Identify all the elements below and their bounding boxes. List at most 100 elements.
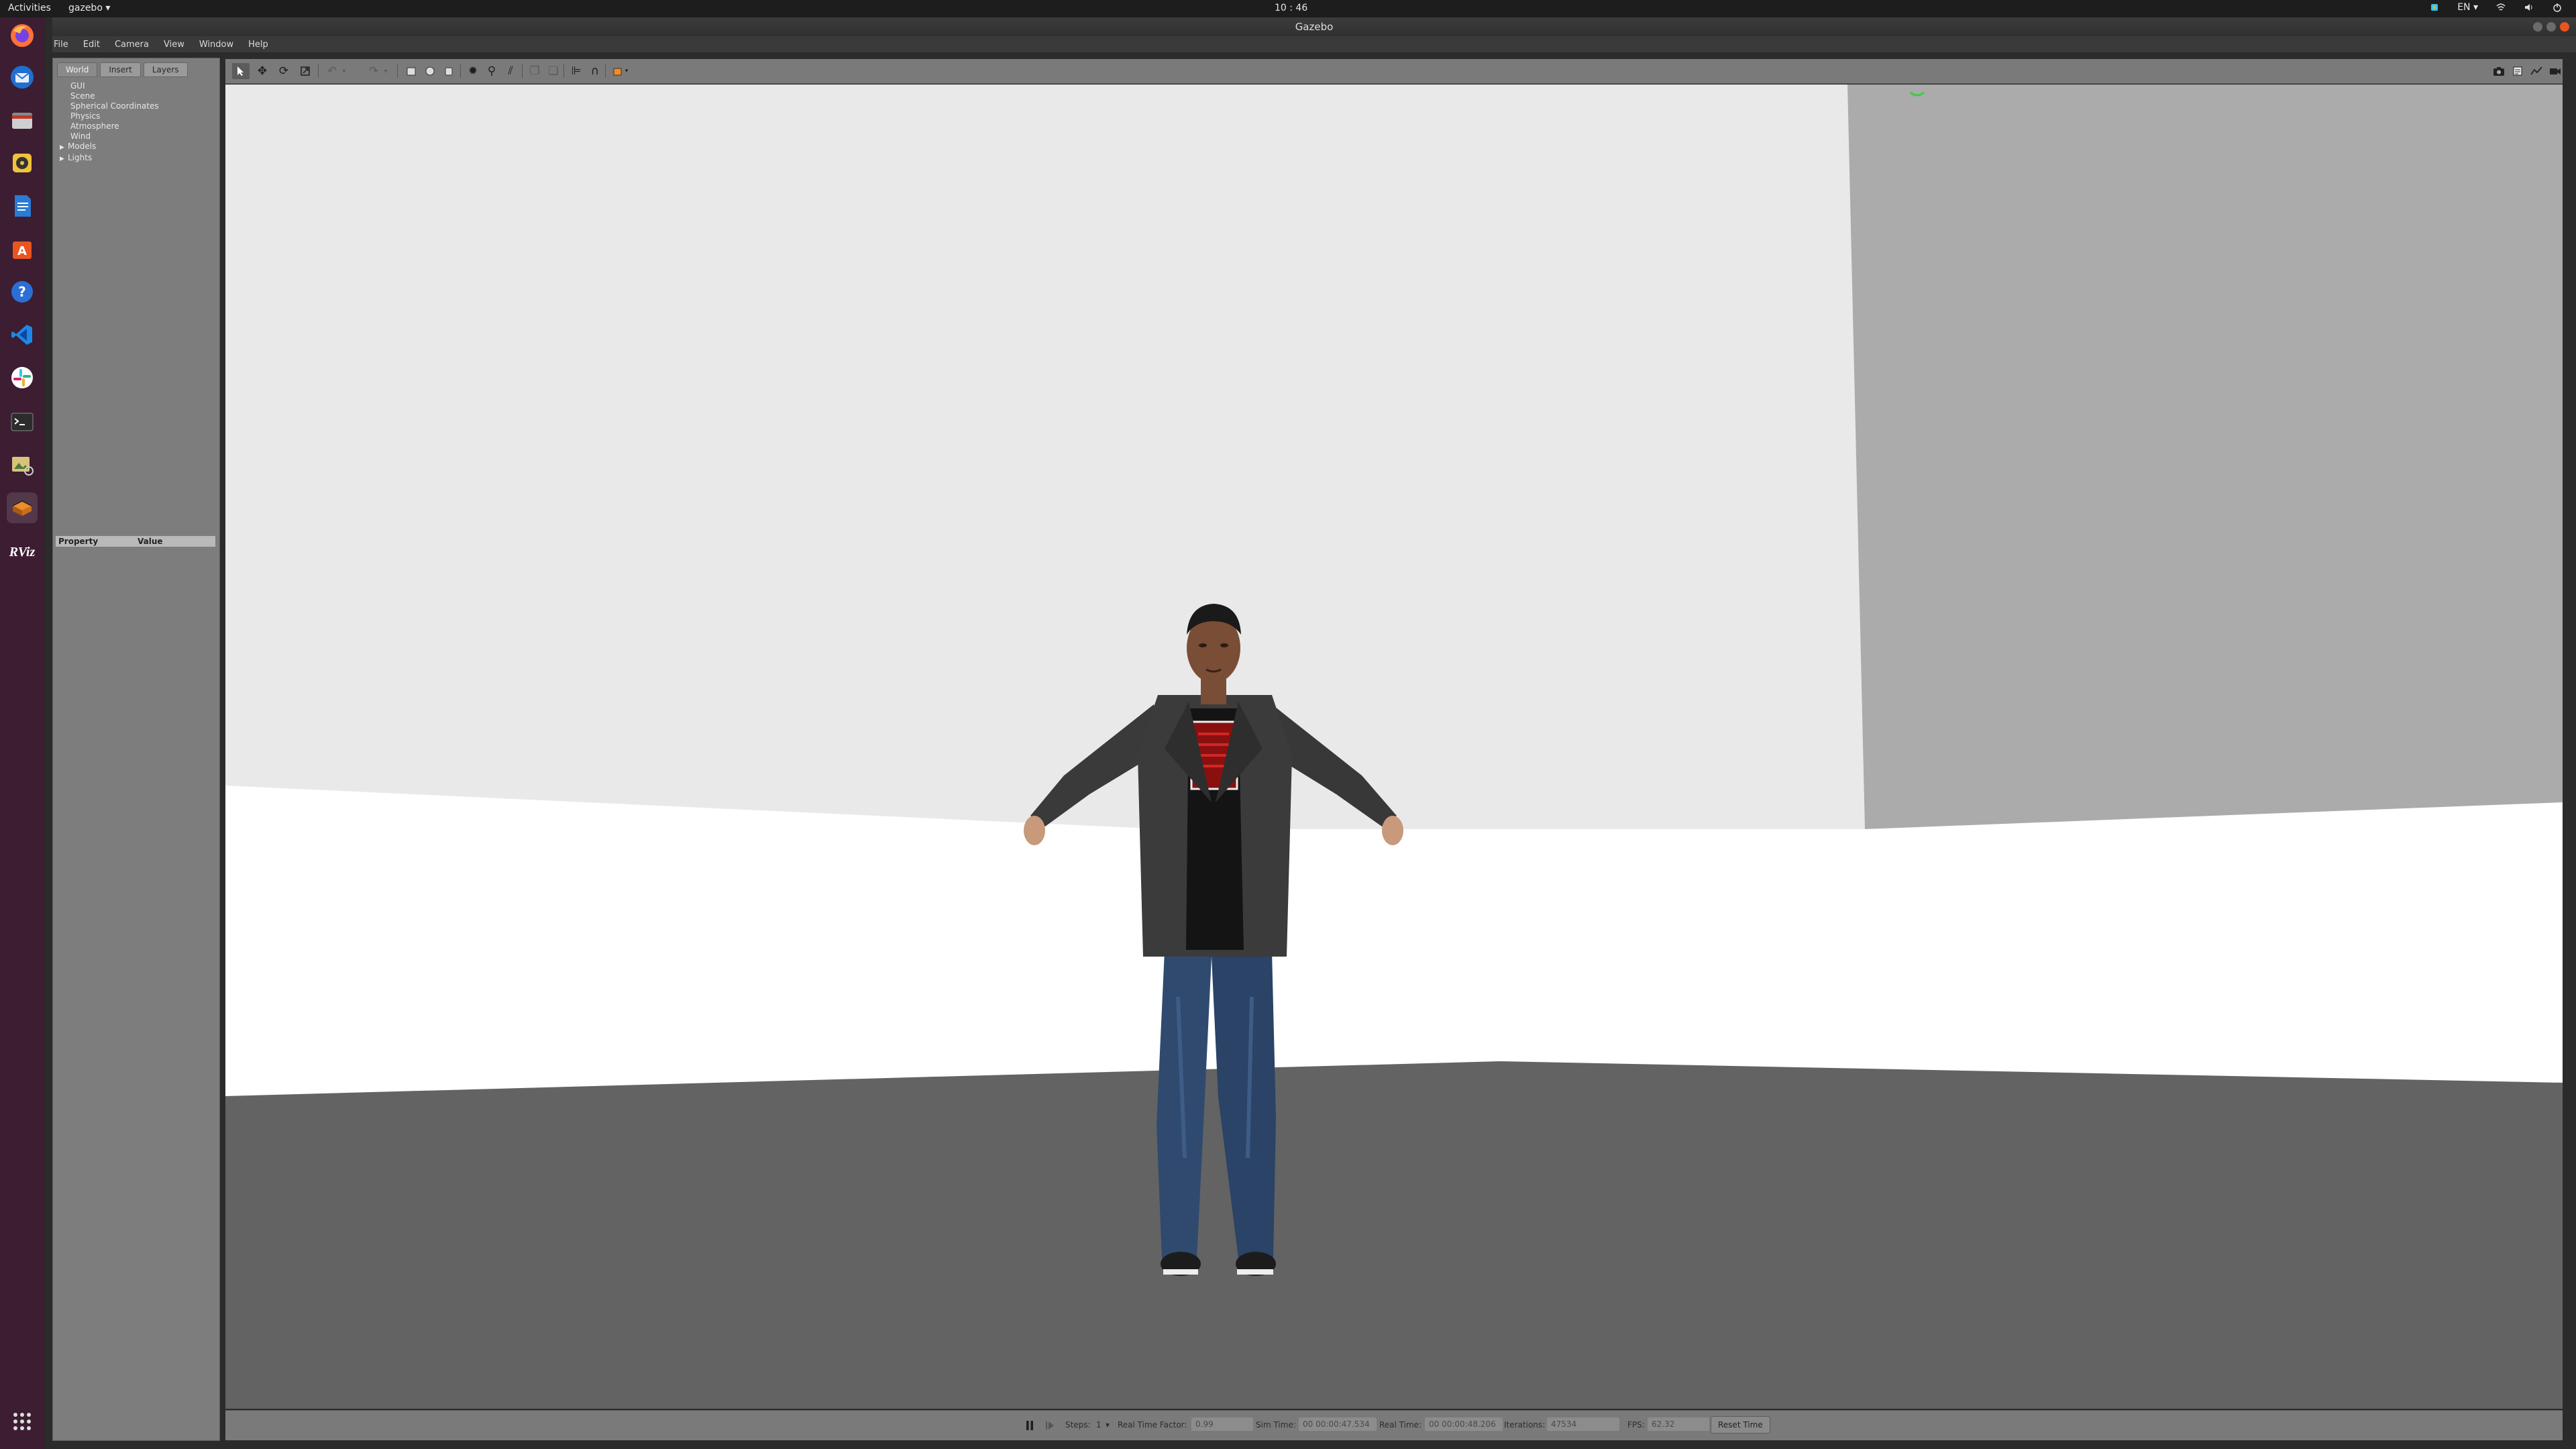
tree-item-lights[interactable]: ▶ Lights [60, 153, 159, 164]
power-icon[interactable] [2552, 2, 2563, 13]
ubuntu-dock: A ? RViz [0, 17, 44, 1449]
svg-text:A: A [17, 244, 27, 258]
tree-item-scene[interactable]: Scene [60, 91, 159, 101]
menu-window[interactable]: Window [198, 40, 235, 50]
property-column-header: Property [58, 537, 99, 546]
slack-tray-icon[interactable] [2429, 2, 2440, 13]
left-panel: World Insert Layers GUI Scene Spherical … [52, 58, 220, 1441]
log-icon[interactable] [2509, 63, 2526, 79]
scene-render[interactable] [225, 85, 2563, 1409]
steps-dropdown-icon[interactable]: ▾ [1106, 1420, 1110, 1430]
show-applications-icon[interactable] [7, 1406, 38, 1437]
slack-icon[interactable] [7, 362, 38, 393]
minimize-button[interactable] [2533, 22, 2542, 32]
clock[interactable]: 10 : 46 [1275, 3, 1307, 13]
rotate-mode-icon[interactable]: ⟳ [275, 63, 292, 79]
vscode-icon[interactable] [7, 319, 38, 350]
firefox-icon[interactable] [7, 20, 38, 51]
menu-bar: File Edit Camera View Window Help [52, 36, 2576, 52]
terminal-icon[interactable] [7, 407, 38, 437]
menu-help[interactable]: Help [247, 40, 270, 50]
point-light-icon[interactable]: ✹ [464, 63, 482, 79]
tree-item-wind[interactable]: Wind [60, 131, 159, 142]
sim-time-value: 00 00:00:47.534 [1299, 1417, 1377, 1431]
window-title-bar[interactable]: Gazebo [52, 17, 2576, 36]
property-table-header: Property Value [56, 536, 215, 547]
thunderbird-icon[interactable] [7, 62, 38, 93]
redo-icon[interactable]: ↷ [365, 63, 382, 79]
3d-viewport[interactable] [225, 85, 2563, 1409]
tree-item-lights-label: Lights [68, 153, 93, 162]
screenshot-icon[interactable] [2490, 63, 2508, 79]
image-viewer-icon[interactable] [7, 449, 38, 480]
spot-light-icon[interactable]: ⚲ [483, 63, 500, 79]
tree-item-spherical-coordinates[interactable]: Spherical Coordinates [60, 101, 159, 111]
left-panel-tabs: World Insert Layers [57, 62, 188, 77]
maximize-button[interactable] [2546, 22, 2556, 32]
directional-light-icon[interactable]: ⫽ [502, 63, 519, 79]
steps-label: Steps: [1065, 1420, 1091, 1430]
system-top-bar: Activities gazebo ▾ 10 : 46 EN ▾ [0, 0, 2576, 17]
rhythmbox-icon[interactable] [7, 148, 38, 178]
tree-item-gui[interactable]: GUI [60, 81, 159, 91]
align-icon[interactable]: ⊫ [568, 63, 585, 79]
tree-item-atmosphere[interactable]: Atmosphere [60, 121, 159, 131]
sim-time-label: Sim Time: [1256, 1420, 1296, 1430]
translate-mode-icon[interactable]: ✥ [254, 63, 271, 79]
real-time-factor-label: Real Time Factor: [1118, 1420, 1187, 1430]
reset-time-button[interactable]: Reset Time [1711, 1416, 1770, 1434]
step-icon[interactable] [1041, 1417, 1059, 1434]
tab-insert[interactable]: Insert [100, 62, 141, 77]
real-time-factor-value: 0.99 [1191, 1417, 1253, 1431]
menu-edit[interactable]: Edit [82, 40, 101, 50]
paste-icon[interactable]: ❏ [545, 63, 562, 79]
menu-file[interactable]: File [52, 40, 70, 50]
tree-item-models[interactable]: ▶ Models [60, 142, 159, 153]
expand-arrow-icon[interactable]: ▶ [60, 143, 68, 153]
activities-button[interactable]: Activities [8, 3, 51, 13]
close-button[interactable] [2560, 22, 2569, 32]
fps-label: FPS: [1627, 1420, 1645, 1430]
plot-icon[interactable] [2528, 63, 2545, 79]
video-record-icon[interactable] [2546, 63, 2564, 79]
help-icon[interactable]: ? [7, 276, 38, 307]
ubuntu-software-icon[interactable]: A [7, 233, 38, 264]
sphere-shape-icon[interactable] [421, 63, 439, 79]
pause-icon[interactable] [1021, 1417, 1038, 1434]
real-time-value: 00 00:00:48.206 [1425, 1417, 1503, 1431]
libreoffice-writer-icon[interactable] [7, 191, 38, 221]
volume-icon[interactable] [2524, 2, 2534, 13]
redo-history-icon[interactable]: ▾ [381, 63, 390, 79]
app-menu[interactable]: gazebo ▾ [68, 3, 110, 13]
iterations-label: Iterations: [1504, 1420, 1546, 1430]
rviz-icon[interactable]: RViz [7, 537, 38, 568]
cylinder-shape-icon[interactable] [440, 63, 458, 79]
tab-world[interactable]: World [57, 62, 98, 77]
main-toolbar: ✥ ⟳ ↶ ▾ ↷ ▾ ✹ ⚲ ⫽ ❐ ❏ ⊫ ∩ ▾ [225, 59, 2563, 84]
box-shape-icon[interactable] [402, 63, 420, 79]
gazebo-icon[interactable] [7, 492, 38, 523]
tree-item-physics[interactable]: Physics [60, 111, 159, 121]
files-icon[interactable] [7, 105, 38, 136]
real-time-label: Real Time: [1379, 1420, 1422, 1430]
steps-value[interactable]: 1 [1096, 1420, 1102, 1430]
view-angle-dropdown-icon[interactable]: ▾ [623, 63, 631, 79]
language-indicator[interactable]: EN ▾ [2457, 2, 2478, 13]
tab-layers[interactable]: Layers [143, 62, 188, 77]
undo-history-icon[interactable]: ▾ [339, 63, 349, 79]
fps-value: 62.32 [1648, 1417, 1709, 1431]
undo-icon[interactable]: ↶ [323, 63, 341, 79]
network-icon[interactable] [2496, 2, 2506, 13]
menu-camera[interactable]: Camera [113, 40, 150, 50]
expand-arrow-icon[interactable]: ▶ [60, 154, 68, 164]
menu-view[interactable]: View [162, 40, 186, 50]
scale-mode-icon[interactable] [297, 63, 314, 79]
value-column-header: Value [138, 537, 163, 546]
system-tray[interactable]: EN ▾ [2429, 2, 2563, 13]
world-tree: GUI Scene Spherical Coordinates Physics … [60, 81, 159, 164]
tree-item-models-label: Models [68, 142, 97, 151]
snap-icon[interactable]: ∩ [586, 63, 604, 79]
select-mode-icon[interactable] [232, 63, 250, 79]
copy-icon[interactable]: ❐ [526, 63, 543, 79]
window-title: Gazebo [1295, 21, 1334, 33]
